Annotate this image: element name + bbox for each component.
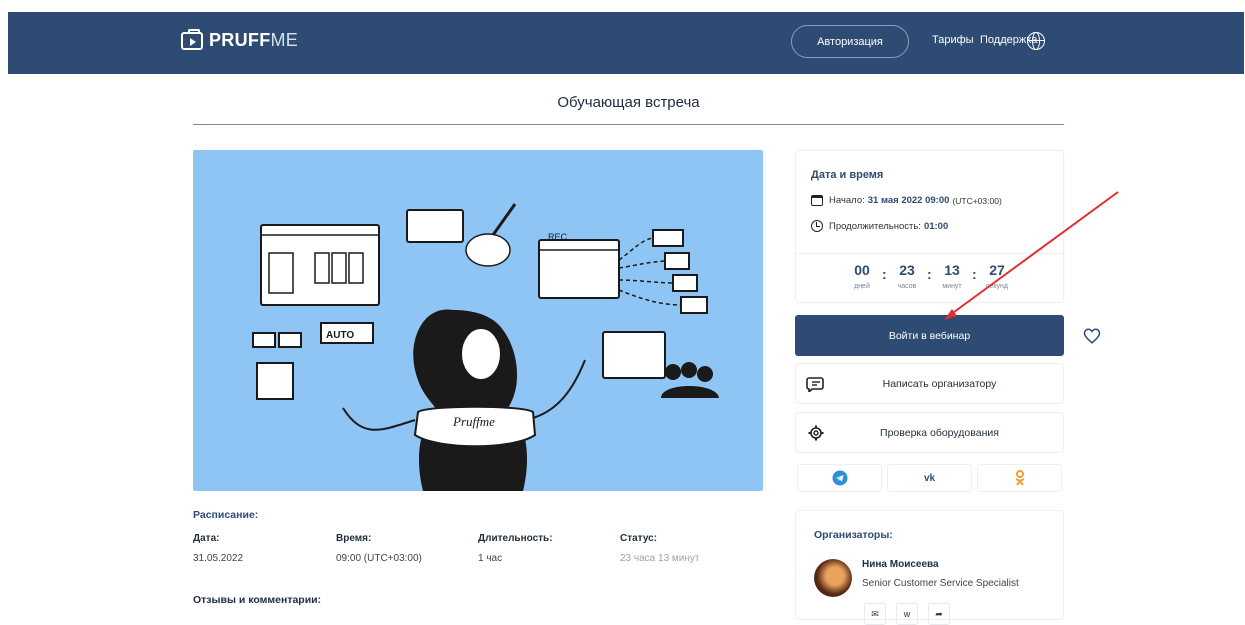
- annotation-arrow-icon: [944, 191, 1119, 320]
